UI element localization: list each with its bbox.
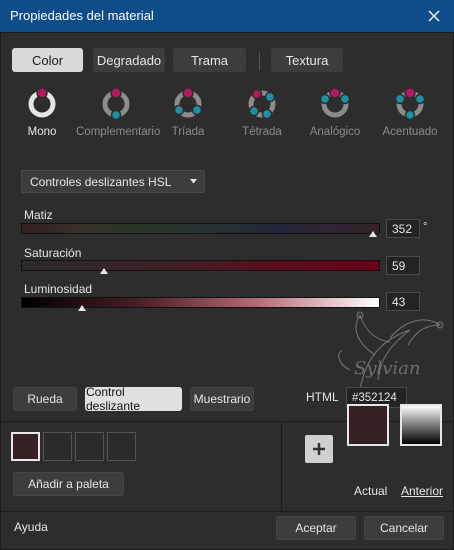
tab-textura[interactable]: Textura [271, 48, 343, 72]
accept-button[interactable]: Aceptar [276, 516, 356, 540]
harmony-acentuado[interactable]: Acentuado [370, 86, 450, 146]
tab-separator [259, 52, 260, 70]
wheel-view-button[interactable]: Rueda [13, 387, 77, 411]
hue-value-field[interactable]: 352 [386, 219, 420, 238]
watermark: Sylvian [320, 300, 450, 400]
previous-color-preview[interactable] [400, 404, 442, 446]
saturation-slider-track[interactable] [21, 260, 380, 271]
plus-icon [313, 443, 325, 455]
swatch-view-button[interactable]: Muestrario [190, 387, 254, 411]
tetrad-harmony-icon [248, 88, 276, 120]
palette-swatch[interactable] [43, 432, 72, 461]
accented-harmony-icon [394, 87, 426, 120]
divider [281, 421, 282, 511]
analogous-harmony-icon [319, 87, 351, 118]
harmony-analogico[interactable]: Analógico [295, 86, 375, 146]
harmony-complementario[interactable]: Complementario [76, 86, 161, 146]
current-label: Actual [354, 484, 388, 498]
triad-harmony-icon [173, 87, 203, 118]
harmony-triada[interactable]: Tríada [148, 86, 228, 146]
divider [0, 511, 454, 512]
hue-slider-track[interactable] [21, 223, 380, 234]
degree-unit: ° [423, 221, 428, 233]
harmony-label: Analógico [309, 126, 361, 138]
current-color-preview [347, 404, 389, 446]
dropdown-value: Controles deslizantes HSL [30, 174, 172, 189]
harmony-label: Acentuado [382, 126, 438, 138]
palette-swatch[interactable] [75, 432, 104, 461]
harmony-label: Tríada [171, 126, 205, 138]
harmony-tetrada[interactable]: Tétrada [222, 86, 302, 146]
close-button[interactable] [414, 0, 454, 32]
cancel-button[interactable]: Cancelar [364, 516, 444, 540]
help-link[interactable]: Ayuda [14, 520, 48, 534]
flourish-ornament [338, 311, 444, 391]
mono-harmony-icon [28, 87, 56, 118]
close-icon [428, 10, 440, 22]
add-to-palette-button[interactable]: Añadir a paleta [13, 472, 124, 496]
watermark-signature: Sylvian [354, 358, 421, 379]
tab-degradado[interactable]: Degradado [93, 48, 165, 72]
luminosity-label: Luminosidad [24, 282, 93, 296]
palette-swatch[interactable] [107, 432, 136, 461]
window-title: Propiedades del material [10, 8, 154, 23]
tab-color[interactable]: Color [12, 48, 83, 72]
saturation-slider-thumb[interactable] [99, 268, 108, 274]
title-bar: Propiedades del material [0, 0, 454, 32]
harmony-label: Complementario [76, 126, 161, 138]
hue-label: Matiz [24, 208, 53, 222]
previous-label: Anterior [401, 484, 444, 498]
html-label: HTML [306, 390, 339, 404]
slider-mode-dropdown[interactable]: Controles deslizantes HSL [21, 170, 205, 193]
palette-swatch-selected[interactable] [11, 432, 40, 461]
hue-slider-thumb[interactable] [368, 231, 377, 237]
add-color-button[interactable] [305, 435, 333, 463]
harmony-label: Tétrada [242, 126, 282, 138]
luminosity-slider-thumb[interactable] [78, 305, 87, 311]
saturation-label: Saturación [24, 246, 82, 260]
harmony-label: Mono [27, 126, 57, 138]
slider-view-button[interactable]: Control deslizante [85, 385, 182, 413]
tab-trama[interactable]: Trama [173, 48, 246, 72]
saturation-value-field[interactable]: 59 [386, 256, 420, 275]
complementary-harmony-icon [102, 87, 130, 120]
chevron-down-icon [190, 179, 197, 184]
harmony-mono[interactable]: Mono [2, 86, 82, 146]
